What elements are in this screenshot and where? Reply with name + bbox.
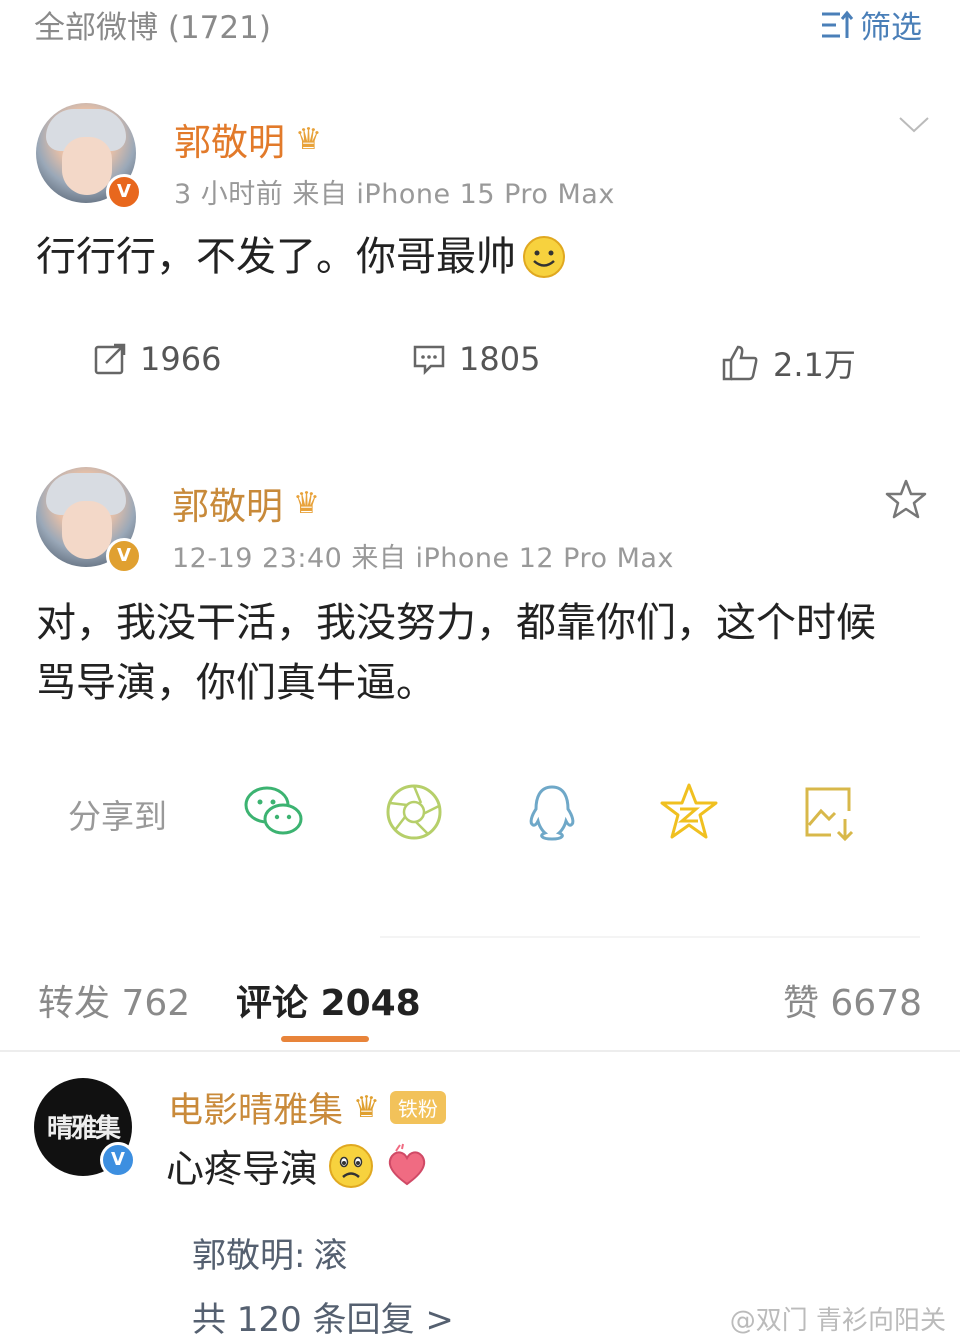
verified-badge-icon: V xyxy=(100,1142,136,1178)
active-tab-indicator xyxy=(281,1036,369,1042)
favorite-star-icon[interactable] xyxy=(884,478,928,520)
repost-icon xyxy=(94,343,126,375)
moments-icon[interactable] xyxy=(383,781,445,843)
like-count: 2.1万 xyxy=(773,346,856,384)
verified-badge-icon: V xyxy=(106,174,142,210)
crown-icon: ♛ xyxy=(353,1090,380,1125)
post2-text-line2: 骂导演，你们真牛逼。 xyxy=(36,660,436,706)
crown-icon: ♛ xyxy=(295,121,322,157)
post1-username[interactable]: 郭敬明 xyxy=(174,112,285,166)
reply-author: 郭敬明: xyxy=(192,1236,306,1276)
comment-icon xyxy=(413,345,445,375)
comment-button[interactable]: 1805 xyxy=(413,340,540,378)
commenter-username[interactable]: 电影晴雅集 xyxy=(168,1082,343,1133)
thumbs-up-icon xyxy=(722,345,758,381)
post1-text: 行行行，不发了。你哥最帅 xyxy=(36,234,516,280)
watermark: @双门 青衫向阳关 xyxy=(729,1306,946,1336)
verified-badge-icon: V xyxy=(106,538,142,574)
wechat-icon[interactable] xyxy=(243,781,305,843)
post2-meta: 12-19 23:40 来自 iPhone 12 Pro Max xyxy=(172,543,674,574)
filter-icon xyxy=(822,10,854,38)
post2-username[interactable]: 郭敬明 xyxy=(172,476,283,530)
reply-preview[interactable]: 郭敬明: 滚 xyxy=(192,1228,347,1277)
comment-text: 心疼导演 xyxy=(166,1147,319,1191)
post2-text-line1: 对，我没干活，我没努力，都靠你们，这个时候 xyxy=(36,600,876,646)
crown-icon: ♛ xyxy=(293,485,320,521)
page-title: 全部微博 (1721) xyxy=(34,10,271,46)
repost-count: 1966 xyxy=(140,340,222,378)
reply-text: 滚 xyxy=(313,1236,348,1276)
filter-label: 筛选 xyxy=(860,10,922,46)
filter-button[interactable]: 筛选 xyxy=(820,2,922,47)
divider xyxy=(380,936,920,938)
post1-meta: 3 小时前 来自 iPhone 15 Pro Max xyxy=(174,179,615,210)
avatar-logo-text: 晴雅集 xyxy=(46,1114,121,1144)
like-button[interactable]: 2.1万 xyxy=(721,340,856,386)
save-image-icon[interactable] xyxy=(799,781,861,843)
qq-icon[interactable] xyxy=(521,781,583,843)
chevron-down-icon[interactable] xyxy=(898,116,930,134)
comment-count: 1805 xyxy=(459,340,541,378)
fan-badge: 铁粉 xyxy=(389,1091,446,1124)
tab-repost[interactable]: 转发 762 xyxy=(38,974,190,1026)
tab-like[interactable]: 赞 6678 xyxy=(783,974,922,1026)
sad-emoji-icon xyxy=(329,1143,374,1188)
view-replies-link[interactable]: 共 120 条回复 > xyxy=(192,1292,454,1341)
divider xyxy=(0,1050,960,1052)
qzone-star-icon[interactable] xyxy=(658,781,720,843)
heart-emoji-icon xyxy=(388,1143,426,1185)
tab-comment[interactable]: 评论 2048 xyxy=(236,974,421,1026)
smile-emoji-icon xyxy=(523,236,565,278)
repost-button[interactable]: 1966 xyxy=(94,340,221,378)
share-label: 分享到 xyxy=(68,797,167,836)
